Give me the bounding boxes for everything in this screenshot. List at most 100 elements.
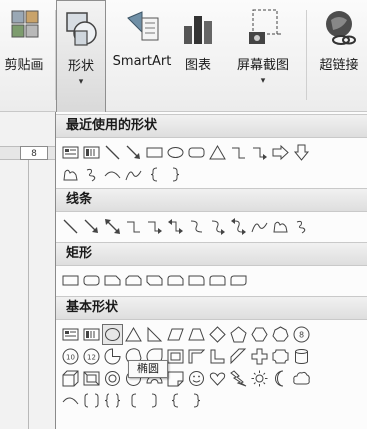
line-shape[interactable] — [60, 216, 81, 237]
right-arrow-shape[interactable] — [270, 142, 291, 163]
cube-shape[interactable] — [60, 368, 81, 389]
double-bracket-shape[interactable] — [81, 390, 102, 411]
section-header-recent: 最近使用的形状 — [56, 114, 367, 138]
plaque-shape[interactable] — [270, 346, 291, 367]
line-shape[interactable] — [102, 142, 123, 163]
round-single-corner-rectangle-shape[interactable] — [186, 270, 207, 291]
diagonal-stripe-shape[interactable] — [228, 346, 249, 367]
decagon-shape[interactable]: 10 — [60, 346, 81, 367]
folded-corner-shape[interactable] — [165, 368, 186, 389]
heart-shape[interactable] — [207, 368, 228, 389]
shape-row: 8 — [60, 324, 312, 345]
textbox-shape[interactable] — [60, 324, 81, 345]
octagon-shape[interactable]: 8 — [291, 324, 312, 345]
trapezoid-shape[interactable] — [186, 324, 207, 345]
right-triangle-shape[interactable] — [144, 324, 165, 345]
chart-label: 图表 — [184, 58, 211, 73]
diamond-shape[interactable] — [207, 324, 228, 345]
plus-shape[interactable] — [249, 346, 270, 367]
hyperlink-label: 超链接 — [319, 58, 359, 73]
right-brace-shape[interactable] — [186, 390, 207, 411]
round-diagonal-rectangle-shape[interactable] — [228, 270, 249, 291]
curved-connector-shape[interactable] — [186, 216, 207, 237]
freeform-shape[interactable] — [270, 216, 291, 237]
smartart-icon — [122, 8, 162, 48]
elbow-arrow-connector-shape[interactable] — [144, 216, 165, 237]
left-bracket-shape[interactable] — [123, 390, 144, 411]
dodecagon-shape[interactable]: 12 — [81, 346, 102, 367]
shape-row: 10 12 — [60, 346, 312, 367]
chevron-down-icon: ▾ — [78, 77, 84, 87]
scribble-shape[interactable] — [81, 164, 102, 185]
hexagon-shape[interactable] — [249, 324, 270, 345]
left-brace-shape[interactable] — [165, 390, 186, 411]
shapes-icon — [61, 9, 101, 49]
can-shape[interactable] — [291, 346, 312, 367]
shapes-gallery: 最近使用的形状 线条 矩形 基本形状 8 10 12 — [55, 112, 367, 429]
heptagon-shape[interactable] — [270, 324, 291, 345]
round-same-side-rectangle-shape[interactable] — [207, 270, 228, 291]
smiley-face-shape[interactable] — [186, 368, 207, 389]
hyperlink-button[interactable]: 超链接 — [310, 0, 367, 112]
right-bracket-shape[interactable] — [144, 390, 165, 411]
arc-shape[interactable] — [102, 164, 123, 185]
freeform-shape[interactable] — [60, 164, 81, 185]
smartart-button[interactable]: SmartArt — [108, 0, 176, 112]
curved-double-arrow-connector-shape[interactable] — [228, 216, 249, 237]
half-frame-shape[interactable] — [186, 346, 207, 367]
curve-shape[interactable] — [123, 164, 144, 185]
smartart-label: SmartArt — [112, 54, 172, 69]
frame-shape[interactable] — [165, 346, 186, 367]
textbox-shape[interactable] — [60, 142, 81, 163]
left-brace-shape[interactable] — [144, 164, 165, 185]
rounded-rectangle-shape[interactable] — [186, 142, 207, 163]
elbow-arrow-connector-shape[interactable] — [249, 142, 270, 163]
snip-diagonal-rectangle-shape[interactable] — [144, 270, 165, 291]
snip-same-side-rectangle-shape[interactable] — [123, 270, 144, 291]
donut-shape[interactable] — [102, 368, 123, 389]
shape-row — [60, 390, 207, 411]
vertical-textbox-shape[interactable] — [81, 142, 102, 163]
shapes-button[interactable]: 形状 ▾ — [56, 0, 106, 112]
cloud-shape[interactable] — [291, 368, 312, 389]
pentagon-shape[interactable] — [228, 324, 249, 345]
pie-shape[interactable] — [102, 346, 123, 367]
l-shape[interactable] — [207, 346, 228, 367]
snip-single-corner-rectangle-shape[interactable] — [102, 270, 123, 291]
parallelogram-shape[interactable] — [165, 324, 186, 345]
snip-round-rectangle-shape[interactable] — [165, 270, 186, 291]
rectangle-shape[interactable] — [144, 142, 165, 163]
double-brace-shape[interactable] — [102, 390, 123, 411]
chart-button[interactable]: 图表 — [178, 0, 218, 112]
chart-icon — [178, 8, 218, 48]
bevel-shape[interactable] — [81, 368, 102, 389]
moon-shape[interactable] — [270, 368, 291, 389]
down-arrow-shape[interactable] — [291, 142, 312, 163]
arc-shape[interactable] — [60, 390, 81, 411]
double-arrow-line-shape[interactable] — [102, 216, 123, 237]
svg-text:12: 12 — [87, 354, 96, 362]
triangle-shape[interactable] — [207, 142, 228, 163]
oval-shape[interactable] — [165, 142, 186, 163]
right-brace-shape[interactable] — [165, 164, 186, 185]
screenshot-button[interactable]: 屏幕截图 ▾ — [228, 0, 298, 112]
shape-row — [60, 216, 312, 237]
section-header-basic-shapes: 基本形状 — [56, 296, 367, 320]
lightning-bolt-shape[interactable] — [228, 368, 249, 389]
oval-shape[interactable] — [102, 324, 123, 345]
scribble-shape[interactable] — [291, 216, 312, 237]
arrow-line-shape[interactable] — [123, 142, 144, 163]
rounded-rectangle-shape[interactable] — [81, 270, 102, 291]
elbow-double-arrow-connector-shape[interactable] — [165, 216, 186, 237]
vertical-textbox-shape[interactable] — [81, 324, 102, 345]
triangle-shape[interactable] — [123, 324, 144, 345]
hyperlink-icon — [319, 8, 359, 48]
elbow-connector-shape[interactable] — [228, 142, 249, 163]
arrow-line-shape[interactable] — [81, 216, 102, 237]
clipart-button[interactable]: 剪贴画 — [0, 0, 54, 112]
rectangle-shape[interactable] — [60, 270, 81, 291]
sun-shape[interactable] — [249, 368, 270, 389]
curved-arrow-connector-shape[interactable] — [207, 216, 228, 237]
elbow-connector-shape[interactable] — [123, 216, 144, 237]
curve-shape[interactable] — [249, 216, 270, 237]
